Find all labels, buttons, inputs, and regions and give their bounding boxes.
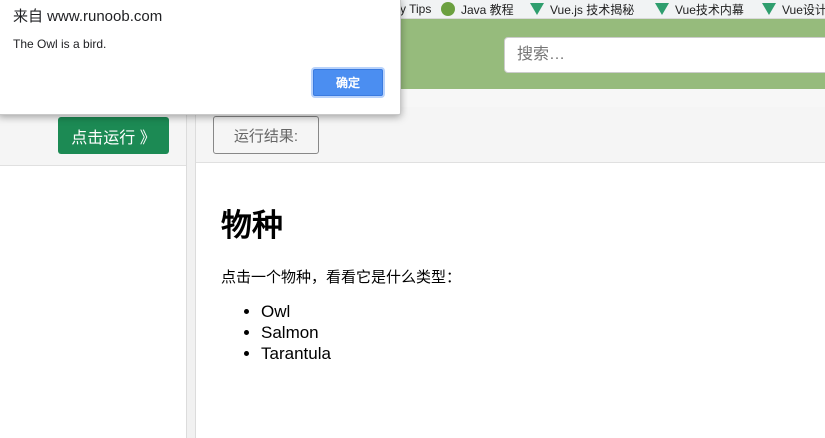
- bookmark-label: Vue.js 技术揭秘: [550, 2, 635, 17]
- code-editor[interactable]: [0, 166, 186, 438]
- run-button[interactable]: 点击运行 》: [58, 117, 169, 154]
- vue-icon: [530, 3, 544, 15]
- species-item-salmon[interactable]: Salmon: [261, 322, 331, 343]
- dialog-message: The Owl is a bird.: [13, 37, 107, 51]
- vue-icon: [655, 3, 669, 15]
- pane-splitter[interactable]: [186, 107, 196, 438]
- dialog-origin: 来自 www.runoob.com: [13, 8, 163, 25]
- bookmark-vue-internals[interactable]: Vue技术内幕: [655, 0, 744, 18]
- vue-icon: [762, 3, 776, 15]
- bookmark-label: Vue设计: [782, 2, 825, 17]
- species-item-tarantula[interactable]: Tarantula: [261, 343, 331, 364]
- bookmark-label: Java 教程: [461, 2, 514, 17]
- search-input[interactable]: [504, 37, 825, 73]
- bookmark-vue-design[interactable]: Vue设计: [762, 0, 825, 18]
- page-title: 物种: [221, 208, 283, 244]
- bookmark-tips[interactable]: y Tips: [400, 0, 431, 18]
- intro-text: 点击一个物种，看看它是什么类型：: [221, 269, 462, 286]
- species-item-owl[interactable]: Owl: [261, 301, 331, 322]
- java-icon: [441, 2, 455, 16]
- ok-button[interactable]: 确定: [313, 69, 383, 96]
- species-list: Owl Salmon Tarantula: [221, 301, 331, 364]
- alert-dialog: 来自 www.runoob.com The Owl is a bird. 确定: [0, 0, 401, 115]
- bookmark-label: y Tips: [400, 2, 432, 16]
- bookmark-label: Vue技术内幕: [675, 2, 744, 17]
- bookmark-java[interactable]: Java 教程: [441, 0, 514, 18]
- bookmark-vuejs[interactable]: Vue.js 技术揭秘: [530, 0, 634, 18]
- browser-viewport: y Tips Java 教程 Vue.js 技术揭秘 Vue技术内幕 Vue设计…: [0, 0, 825, 438]
- result-label: 运行结果:: [213, 116, 319, 154]
